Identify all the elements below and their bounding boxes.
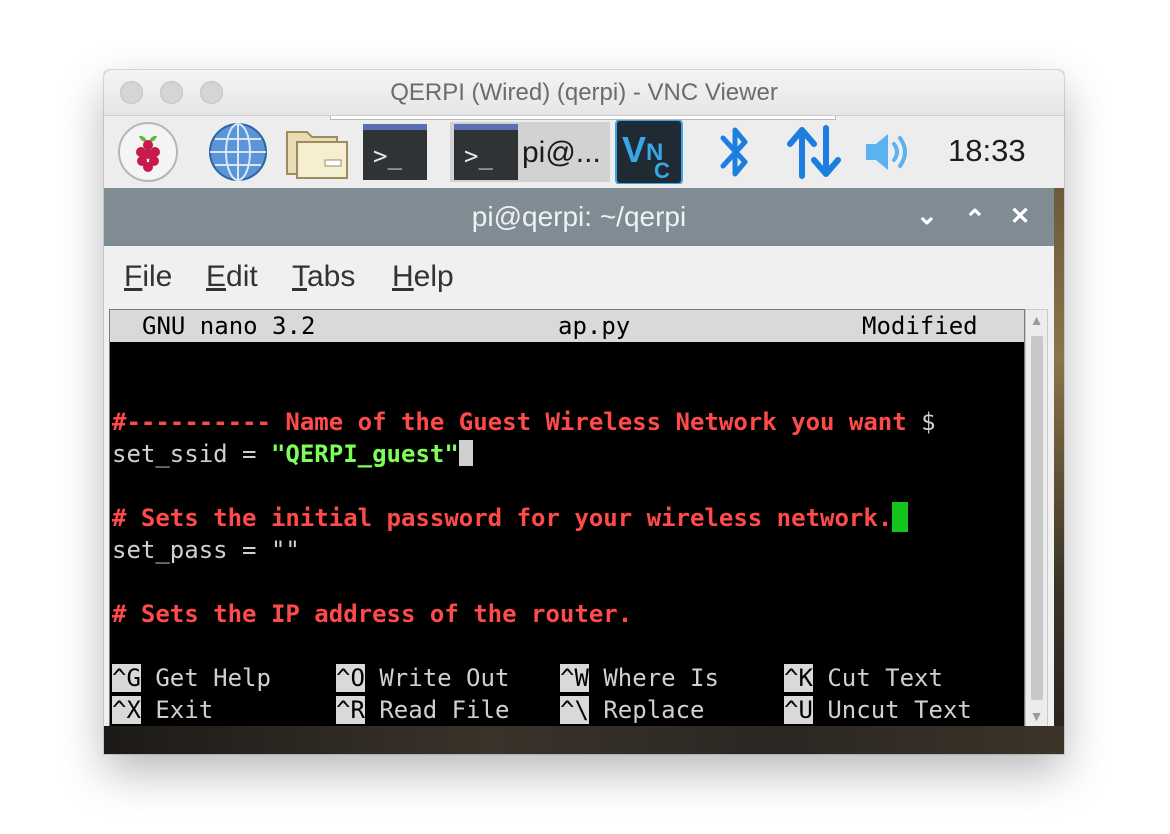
shortcut-key: ^\ [560, 696, 589, 724]
volume-button[interactable] [860, 122, 916, 182]
menu-help[interactable]: Help [392, 260, 454, 294]
nano-status: Modified [862, 312, 978, 340]
folder-icon [286, 131, 348, 179]
menu-file[interactable]: File [124, 260, 172, 294]
terminal-body: GNU nano 3.2 ap.py Modified #---------- … [104, 308, 1054, 729]
svg-text:C: C [654, 158, 670, 183]
menu-file-mnemonic: F [124, 260, 143, 293]
shortcut-key: ^G [112, 664, 141, 692]
maximize-icon[interactable]: ⌃ [964, 204, 986, 235]
shortcut-cut-text[interactable]: ^K Cut Text [784, 662, 943, 694]
shortcut-label: Uncut Text [827, 696, 972, 724]
svg-text:V: V [622, 129, 646, 170]
shortcut-key: ^O [336, 664, 365, 692]
shortcut-get-help[interactable]: ^G Get Help [112, 662, 271, 694]
shortcut-label: Where Is [603, 664, 719, 692]
window-title: QERPI (Wired) (qerpi) - VNC Viewer [390, 79, 778, 106]
vnc-viewer-window: QERPI (Wired) (qerpi) - VNC Viewer >_ >_… [104, 70, 1064, 754]
shortcut-key: ^U [784, 696, 813, 724]
text-cursor [458, 440, 473, 466]
file-manager-button[interactable] [284, 122, 350, 182]
terminal-launcher-button[interactable]: >_ [362, 122, 428, 182]
shortcut-uncut-text[interactable]: ^U Uncut Text [784, 694, 972, 726]
menu-edit-mnemonic: E [206, 260, 227, 293]
close-icon[interactable]: ✕ [1010, 202, 1030, 231]
shortcut-key: ^W [560, 664, 589, 692]
shortcut-key: ^R [336, 696, 365, 724]
menu-edit-label: dit [226, 260, 258, 293]
code-line-comment3: # Sets the IP address of the router. [112, 600, 633, 628]
globe-icon [209, 123, 267, 181]
taskbar-window-terminal[interactable]: >_ pi@... [450, 122, 610, 182]
shortcut-label: Exit [155, 696, 214, 724]
shortcut-label: Get Help [155, 664, 271, 692]
vnc-icon: V N C [615, 120, 683, 184]
shortcut-replace[interactable]: ^\ Replace [560, 694, 705, 726]
shortcut-key: ^X [112, 696, 141, 724]
menu-help-mnemonic: H [392, 260, 414, 293]
scroll-up-icon[interactable]: ▲ [1026, 312, 1047, 328]
raspberry-icon [118, 122, 178, 182]
clock[interactable]: 18:33 [948, 133, 1026, 169]
shortcut-label: Replace [603, 696, 705, 724]
shortcut-read-file[interactable]: ^R Read File [336, 694, 509, 726]
menu-tabs[interactable]: Tabs [292, 260, 355, 294]
menu-help-label: elp [413, 260, 454, 293]
vnc-server-button[interactable]: V N C [614, 120, 684, 184]
bluetooth-icon [720, 127, 748, 177]
terminal-icon: >_ [363, 124, 427, 180]
ssid-string: "QERPI_guest" [270, 440, 459, 468]
shortcut-label: Read File [379, 696, 510, 724]
nano-header: GNU nano 3.2 ap.py Modified [110, 310, 1024, 342]
terminal-scrollbar[interactable]: ▲ ▼ [1025, 309, 1048, 729]
minimize-icon[interactable]: ⌄ [916, 200, 938, 231]
terminal-icon: >_ [454, 124, 518, 180]
edit-cursor [892, 502, 909, 532]
desktop-background-strip [104, 726, 1064, 754]
shortcut-write-out[interactable]: ^O Write Out [336, 662, 509, 694]
terminal-prompt-glyph: >_ [373, 142, 402, 170]
shortcut-key: ^K [784, 664, 813, 692]
desktop-background [1054, 188, 1064, 754]
terminal-title: pi@qerpi: ~/qerpi [471, 201, 687, 232]
code-line-comment1: #---------- Name of the Guest Wireless N… [112, 406, 936, 438]
menu-file-label: ile [142, 260, 173, 293]
scroll-down-icon[interactable]: ▼ [1026, 708, 1047, 724]
raspberry-menu-button[interactable] [116, 122, 180, 182]
terminal-titlebar[interactable]: pi@qerpi: ~/qerpi ⌄ ⌃ ✕ [104, 188, 1054, 246]
network-button[interactable] [784, 122, 844, 182]
bluetooth-button[interactable] [710, 122, 760, 182]
network-icon [787, 125, 841, 179]
web-browser-button[interactable] [206, 122, 270, 182]
code-line-pass: set_pass = "" [112, 536, 300, 564]
terminal-menubar: File Edit Tabs Help [104, 246, 1054, 308]
shortcut-exit[interactable]: ^X Exit [112, 694, 213, 726]
scrollbar-thumb[interactable] [1031, 336, 1043, 700]
comment-text: #---------- Name of the Guest Wireless N… [112, 408, 922, 436]
ssid-assignment: set_ssid = [112, 440, 271, 468]
menu-tabs-label: abs [307, 260, 356, 293]
shortcut-label: Cut Text [827, 664, 943, 692]
line-overflow-marker: $ [921, 408, 936, 436]
mac-titlebar[interactable]: QERPI (Wired) (qerpi) - VNC Viewer [104, 70, 1064, 116]
terminal-prompt-glyph: >_ [464, 142, 493, 170]
raspberry-pi-taskbar: >_ >_ pi@... V N C 18:33 [104, 116, 1064, 188]
code-line-ssid: set_ssid = "QERPI_guest" [112, 438, 473, 470]
comment-text: # Sets the initial password for your wir… [112, 504, 893, 532]
shortcut-label: Write Out [379, 664, 510, 692]
shortcut-where-is[interactable]: ^W Where Is [560, 662, 719, 694]
menu-edit[interactable]: Edit [206, 260, 258, 294]
menu-tabs-mnemonic: T [292, 260, 307, 293]
code-line-comment2: # Sets the initial password for your wir… [112, 502, 909, 534]
taskbar-window-label: pi@... [522, 136, 601, 169]
nano-filename: ap.py [558, 312, 631, 340]
terminal-screen[interactable]: GNU nano 3.2 ap.py Modified #---------- … [109, 309, 1025, 729]
volume-icon [866, 134, 907, 170]
taskbar-highlight [330, 116, 836, 120]
nano-version: GNU nano 3.2 [142, 312, 316, 340]
